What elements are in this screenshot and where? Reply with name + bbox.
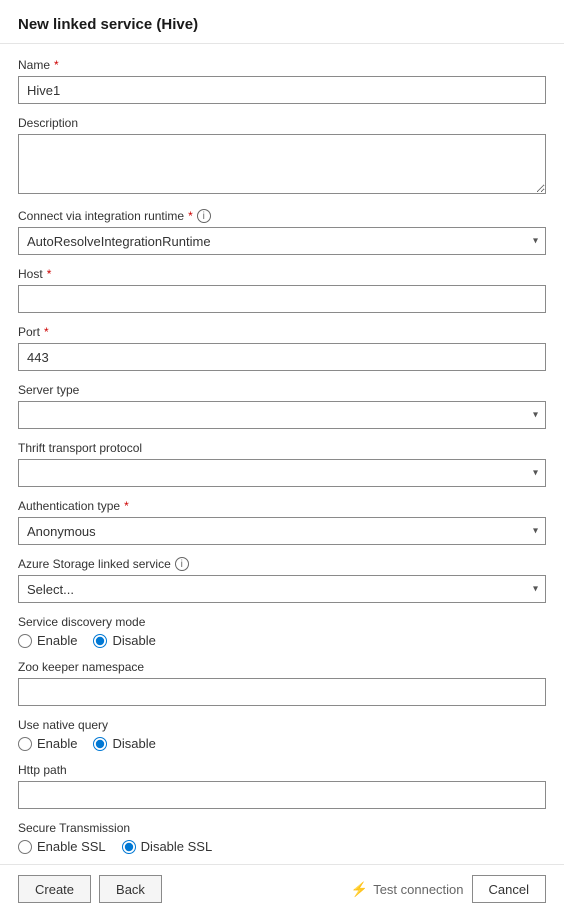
description-label: Description xyxy=(18,116,546,130)
test-connection-icon: ⚡ xyxy=(351,881,368,898)
panel-footer: Create Back ⚡ Test connection Cancel xyxy=(0,864,564,913)
enable-ssl-option[interactable]: Enable SSL xyxy=(18,839,106,854)
host-label: Host * xyxy=(18,267,546,281)
service-discovery-disable-radio[interactable] xyxy=(93,634,107,648)
azure-storage-field-group: Azure Storage linked service i Select...… xyxy=(18,557,546,603)
test-connection-button[interactable]: ⚡ Test connection xyxy=(351,881,464,898)
native-query-disable-radio[interactable] xyxy=(93,737,107,751)
native-query-disable-option[interactable]: Disable xyxy=(93,736,155,751)
runtime-field-group: Connect via integration runtime * i Auto… xyxy=(18,209,546,255)
disable-ssl-option[interactable]: Disable SSL xyxy=(122,839,213,854)
service-discovery-field-group: Service discovery mode Enable Disable xyxy=(18,615,546,648)
server-type-select-wrapper: ▾ xyxy=(18,401,546,429)
native-query-disable-label: Disable xyxy=(112,736,155,751)
enable-ssl-label: Enable SSL xyxy=(37,839,106,854)
native-query-radio-group: Enable Disable xyxy=(18,736,546,751)
name-required-star: * xyxy=(54,58,59,72)
zoo-keeper-input[interactable] xyxy=(18,678,546,706)
service-discovery-enable-label: Enable xyxy=(37,633,77,648)
secure-transmission-field-group: Secure Transmission Enable SSL Disable S… xyxy=(18,821,546,854)
native-query-enable-radio[interactable] xyxy=(18,737,32,751)
name-field-group: Name * xyxy=(18,58,546,104)
azure-storage-select-wrapper: Select... ▾ xyxy=(18,575,546,603)
runtime-required-star: * xyxy=(188,209,193,223)
thrift-select-wrapper: ▾ xyxy=(18,459,546,487)
server-type-select[interactable] xyxy=(18,401,546,429)
http-path-label: Http path xyxy=(18,763,546,777)
service-discovery-radio-group: Enable Disable xyxy=(18,633,546,648)
native-query-label: Use native query xyxy=(18,718,546,732)
auth-type-select-wrapper: Anonymous ▾ xyxy=(18,517,546,545)
service-discovery-disable-option[interactable]: Disable xyxy=(93,633,155,648)
port-input[interactable] xyxy=(18,343,546,371)
port-label: Port * xyxy=(18,325,546,339)
azure-storage-label: Azure Storage linked service i xyxy=(18,557,546,571)
panel-body: Name * Description Connect via integrati… xyxy=(0,44,564,864)
create-button[interactable]: Create xyxy=(18,875,91,903)
native-query-enable-option[interactable]: Enable xyxy=(18,736,77,751)
service-discovery-label: Service discovery mode xyxy=(18,615,546,629)
panel-title: New linked service (Hive) xyxy=(0,0,564,44)
runtime-select-wrapper: AutoResolveIntegrationRuntime ▾ xyxy=(18,227,546,255)
runtime-info-icon[interactable]: i xyxy=(197,209,211,223)
secure-transmission-label: Secure Transmission xyxy=(18,821,546,835)
port-required-star: * xyxy=(44,325,49,339)
host-required-star: * xyxy=(47,267,52,281)
service-discovery-enable-option[interactable]: Enable xyxy=(18,633,77,648)
thrift-field-group: Thrift transport protocol ▾ xyxy=(18,441,546,487)
auth-type-select[interactable]: Anonymous xyxy=(18,517,546,545)
host-field-group: Host * xyxy=(18,267,546,313)
service-discovery-disable-label: Disable xyxy=(112,633,155,648)
server-type-label: Server type xyxy=(18,383,546,397)
service-discovery-enable-radio[interactable] xyxy=(18,634,32,648)
test-connection-label: Test connection xyxy=(373,882,463,897)
name-label: Name * xyxy=(18,58,546,72)
thrift-label: Thrift transport protocol xyxy=(18,441,546,455)
http-path-field-group: Http path xyxy=(18,763,546,809)
enable-ssl-radio[interactable] xyxy=(18,840,32,854)
auth-type-field-group: Authentication type * Anonymous ▾ xyxy=(18,499,546,545)
azure-storage-info-icon[interactable]: i xyxy=(175,557,189,571)
zoo-keeper-label: Zoo keeper namespace xyxy=(18,660,546,674)
description-field-group: Description xyxy=(18,116,546,197)
host-input[interactable] xyxy=(18,285,546,313)
disable-ssl-radio[interactable] xyxy=(122,840,136,854)
native-query-field-group: Use native query Enable Disable xyxy=(18,718,546,751)
auth-type-label: Authentication type * xyxy=(18,499,546,513)
description-textarea[interactable] xyxy=(18,134,546,194)
thrift-select[interactable] xyxy=(18,459,546,487)
runtime-label: Connect via integration runtime * i xyxy=(18,209,546,223)
cancel-button[interactable]: Cancel xyxy=(472,875,546,903)
secure-transmission-radio-group: Enable SSL Disable SSL xyxy=(18,839,546,854)
disable-ssl-label: Disable SSL xyxy=(141,839,213,854)
native-query-enable-label: Enable xyxy=(37,736,77,751)
http-path-input[interactable] xyxy=(18,781,546,809)
port-field-group: Port * xyxy=(18,325,546,371)
runtime-select[interactable]: AutoResolveIntegrationRuntime xyxy=(18,227,546,255)
zoo-keeper-field-group: Zoo keeper namespace xyxy=(18,660,546,706)
back-button[interactable]: Back xyxy=(99,875,162,903)
azure-storage-select[interactable]: Select... xyxy=(18,575,546,603)
name-input[interactable] xyxy=(18,76,546,104)
auth-required-star: * xyxy=(124,499,129,513)
server-type-field-group: Server type ▾ xyxy=(18,383,546,429)
new-linked-service-panel: New linked service (Hive) Name * Descrip… xyxy=(0,0,564,913)
